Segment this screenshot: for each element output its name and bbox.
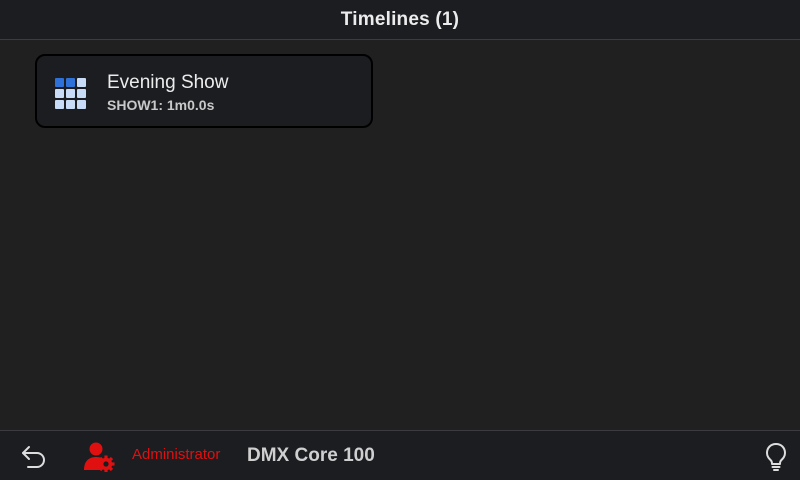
timeline-grid-icon xyxy=(55,78,87,110)
user-role-label[interactable]: Administrator xyxy=(132,446,220,463)
undo-arrow-icon xyxy=(22,446,45,468)
device-name: DMX Core 100 xyxy=(247,445,375,466)
grid-cell xyxy=(66,100,75,109)
header-bar: Timelines (1) xyxy=(0,0,800,40)
grid-cell xyxy=(55,78,64,87)
grid-cell xyxy=(66,78,75,87)
grid-cell xyxy=(66,89,75,98)
grid-cell xyxy=(55,89,64,98)
help-button[interactable] xyxy=(762,441,790,473)
grid-cell xyxy=(55,100,64,109)
timeline-list: Evening Show SHOW1: 1m0.0s xyxy=(0,40,800,430)
app-window: Timelines (1) Evening Show SHOW1: 1m0.0s xyxy=(0,0,800,480)
grid-cell xyxy=(77,78,86,87)
timeline-card[interactable]: Evening Show SHOW1: 1m0.0s xyxy=(35,54,373,128)
user-gear-icon[interactable] xyxy=(83,440,115,473)
page-title: Timelines (1) xyxy=(340,8,460,30)
timeline-name: Evening Show xyxy=(107,72,229,93)
lightbulb-icon xyxy=(766,443,786,471)
back-button[interactable] xyxy=(20,441,50,471)
timeline-detail: SHOW1: 1m0.0s xyxy=(107,97,215,113)
grid-cell xyxy=(77,89,86,98)
footer-bar: Administrator DMX Core 100 xyxy=(0,430,800,480)
grid-cell xyxy=(77,100,86,109)
